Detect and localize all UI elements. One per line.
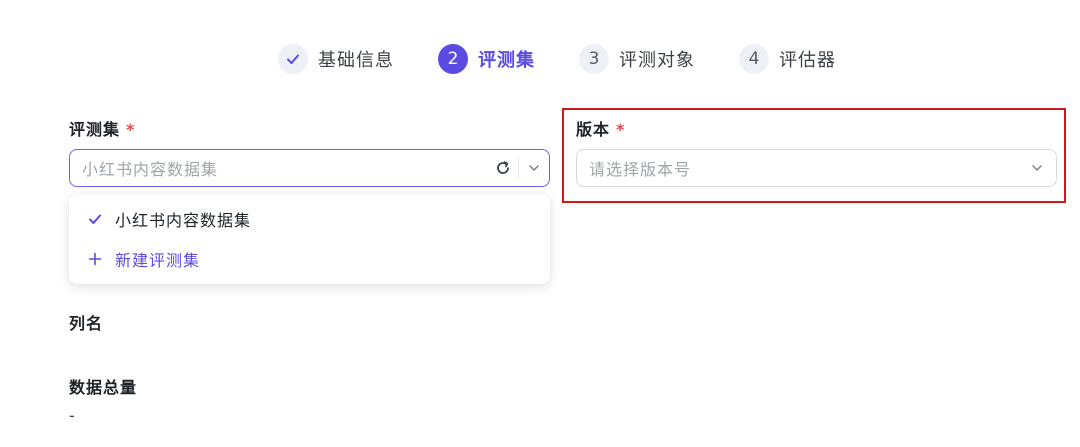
- step-number: 4: [739, 44, 769, 74]
- dropdown-option-label: 小红书内容数据集: [115, 211, 252, 230]
- step-label: 基础信息: [318, 50, 394, 71]
- step-basic-info[interactable]: 基础信息: [278, 44, 394, 74]
- dropdown-option-label: 新建评测集: [115, 251, 201, 270]
- dropdown-option-dataset[interactable]: 小红书内容数据集: [69, 199, 550, 239]
- version-select-placeholder: 请选择版本号: [589, 160, 692, 179]
- data-total-label: 数据总量: [69, 378, 138, 397]
- step-number: 2: [438, 44, 468, 74]
- step-evaluator[interactable]: 4 评估器: [739, 44, 836, 74]
- required-mark: *: [126, 120, 136, 139]
- dataset-dropdown-menu: 小红书内容数据集 新建评测集: [69, 194, 550, 284]
- dropdown-option-new-dataset[interactable]: 新建评测集: [69, 239, 550, 279]
- data-total-value: -: [69, 406, 75, 425]
- plus-icon: [87, 251, 103, 267]
- version-select[interactable]: 请选择版本号: [576, 149, 1057, 187]
- dataset-select-placeholder: 小红书内容数据集: [82, 160, 219, 179]
- dataset-label-text: 评测集: [69, 120, 121, 139]
- evaluation-wizard-page: 基础信息 2 评测集 3 评测对象 4 评估器 评测集 * 小红书内容数据集 版…: [0, 0, 1080, 447]
- check-icon: [87, 211, 103, 227]
- wizard-steps: 基础信息 2 评测集 3 评测对象 4 评估器: [278, 43, 836, 75]
- version-field-label: 版本 *: [576, 116, 625, 140]
- dataset-select[interactable]: 小红书内容数据集: [69, 149, 550, 187]
- step-label: 评估器: [779, 50, 836, 71]
- step-label: 评测对象: [619, 50, 695, 71]
- dataset-field-label: 评测集 *: [69, 116, 135, 140]
- step-label: 评测集: [478, 50, 535, 71]
- step-number: 3: [579, 44, 609, 74]
- column-names-label: 列名: [69, 314, 104, 333]
- refresh-icon[interactable]: [488, 150, 518, 186]
- check-icon: [278, 44, 308, 74]
- chevron-down-icon[interactable]: [519, 150, 549, 186]
- chevron-down-icon[interactable]: [1022, 150, 1052, 186]
- version-label-text: 版本: [576, 120, 611, 139]
- step-dataset[interactable]: 2 评测集: [438, 44, 535, 74]
- step-eval-target[interactable]: 3 评测对象: [579, 44, 695, 74]
- required-mark: *: [616, 120, 626, 139]
